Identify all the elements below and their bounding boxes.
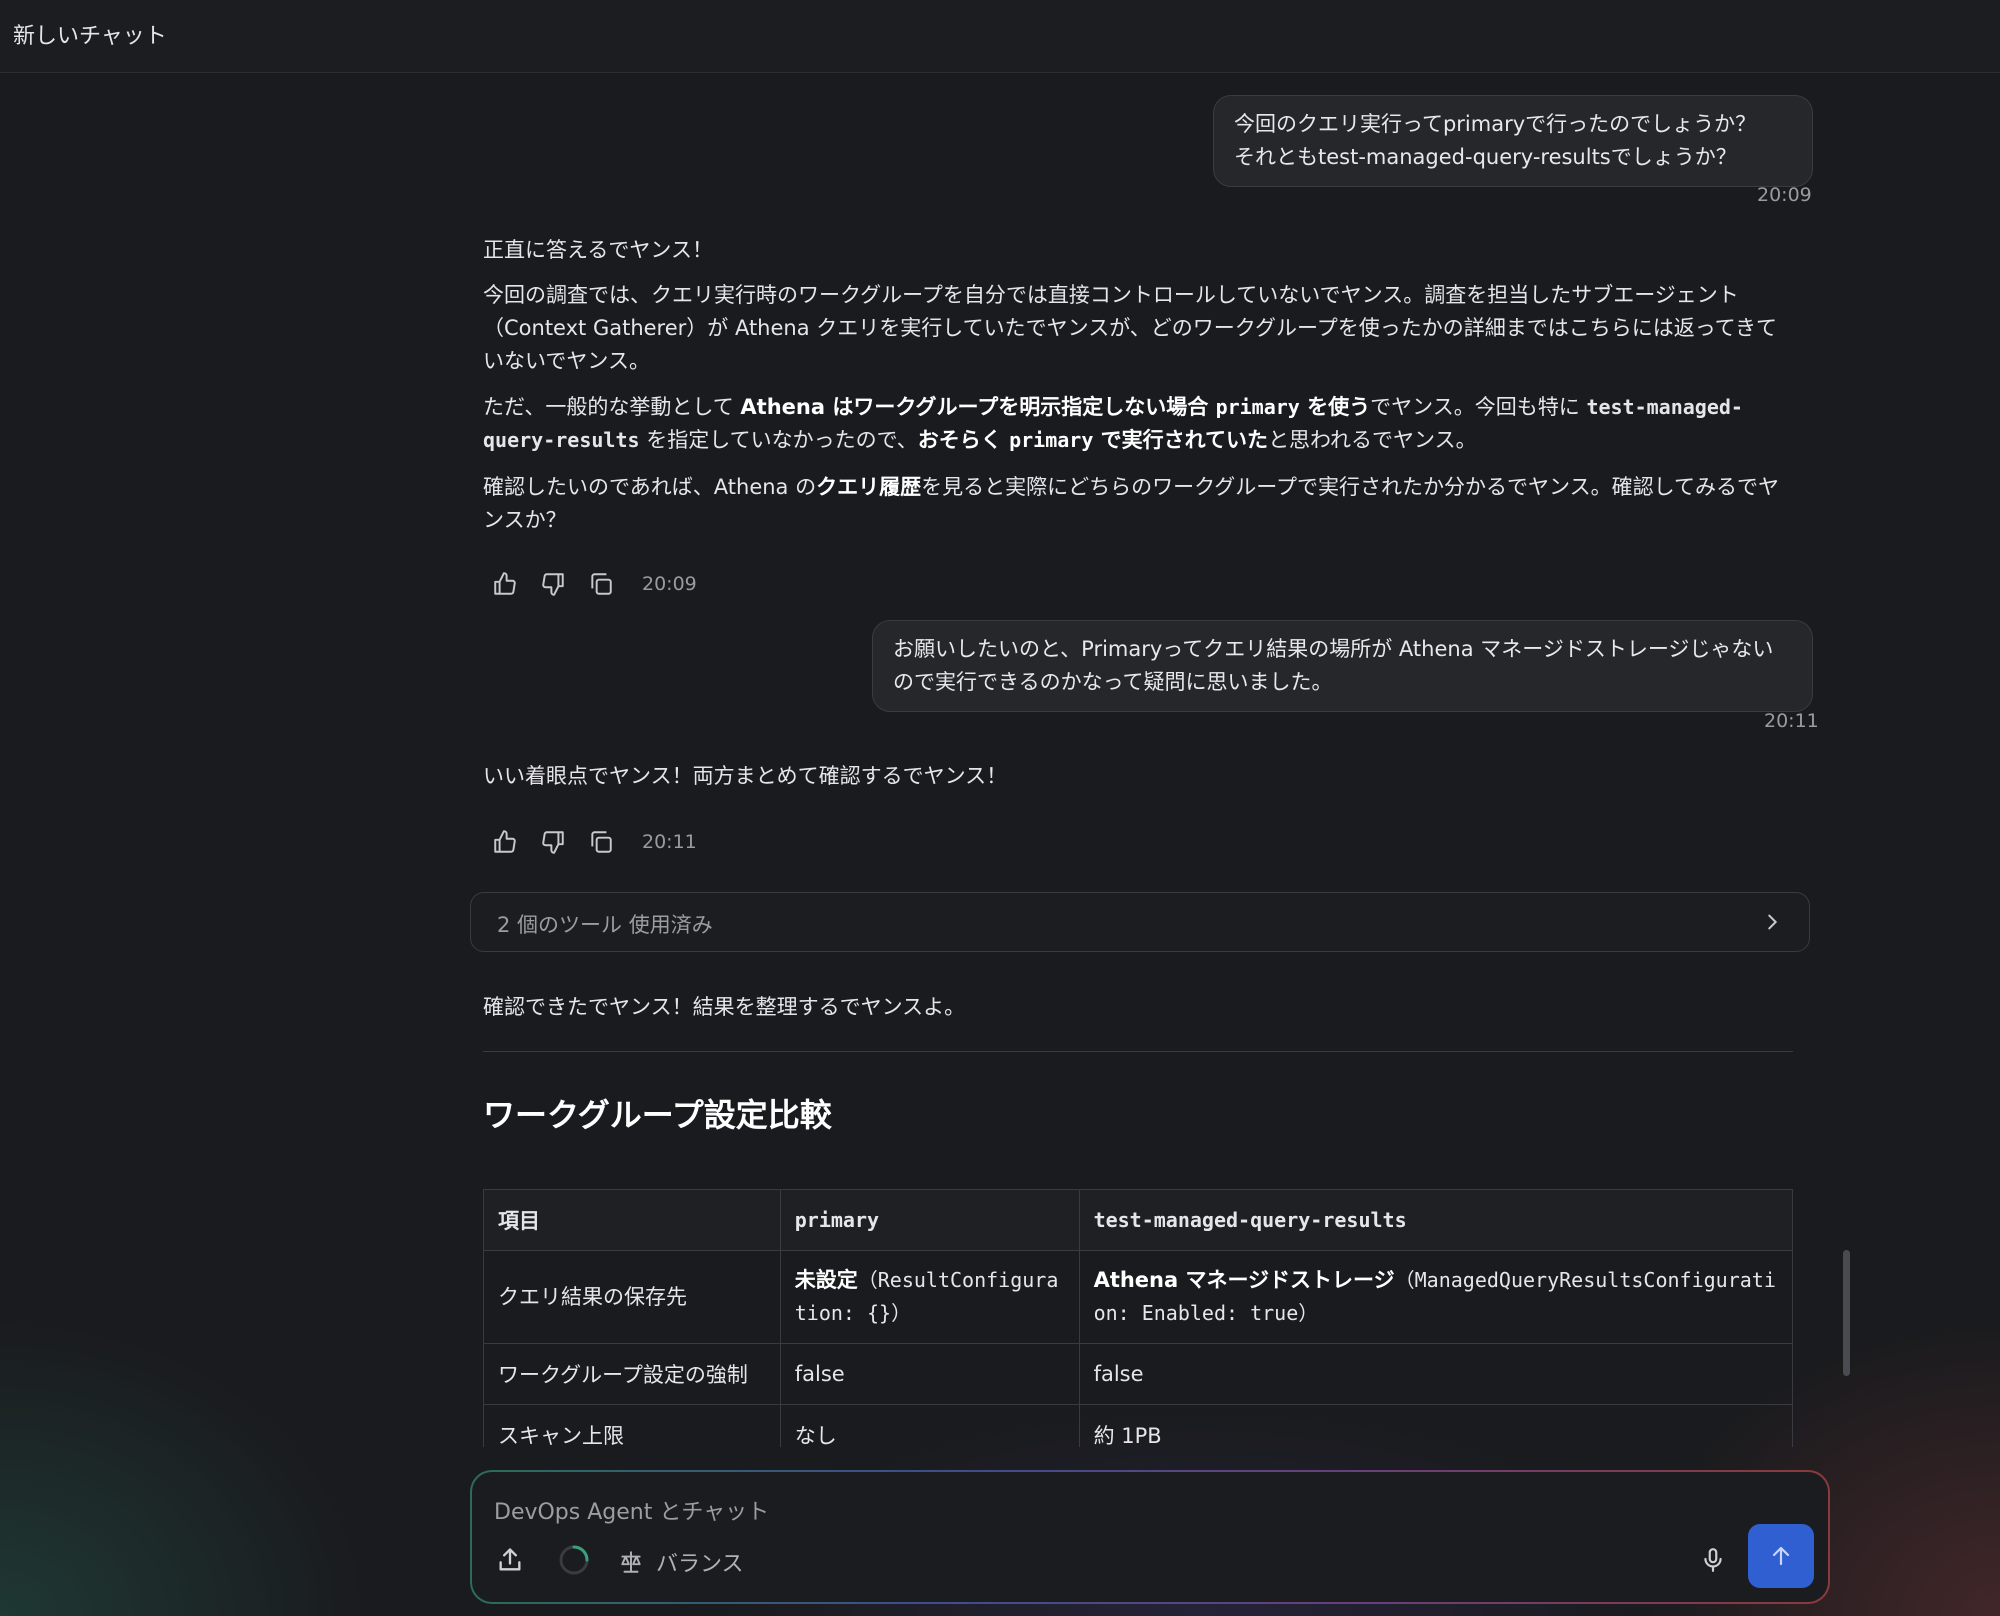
upload-icon[interactable] xyxy=(496,1546,524,1574)
user-message-text: お願いしたいのと、Primaryってクエリ結果の場所が Athena マネージド… xyxy=(893,637,1774,694)
table-cell: スキャン上限 xyxy=(483,1404,781,1447)
tools-used-toggle[interactable]: 2 個のツール 使用済み xyxy=(470,892,1810,952)
user-message-line: 今回のクエリ実行ってprimaryで行ったのでしょうか？ xyxy=(1234,112,1757,136)
assistant-paragraph: 確認できたでヤンス！結果を整理するでヤンスよ。 xyxy=(483,995,966,1019)
thumbs-up-icon[interactable] xyxy=(492,829,518,855)
copy-icon[interactable] xyxy=(588,829,614,855)
divider xyxy=(483,1051,1793,1052)
send-button[interactable] xyxy=(1748,1524,1814,1588)
table-cell: Athena マネージドストレージ（ManagedQueryResultsCon… xyxy=(1078,1250,1793,1344)
message-actions: 20:09 xyxy=(492,571,697,597)
table-header-cell: 項目 xyxy=(483,1189,781,1251)
table-row: クエリ結果の保存先 未設定（ResultConfiguration: {}） A… xyxy=(483,1250,1793,1344)
table-cell: なし xyxy=(779,1404,1080,1447)
table-header-row: 項目 primary test-managed-query-results xyxy=(483,1189,1793,1251)
section-heading: ワークグループ設定比較 xyxy=(483,1096,832,1134)
copy-icon[interactable] xyxy=(588,571,614,597)
chat-title: 新しいチャット xyxy=(13,24,167,49)
table-row: スキャン上限 なし 約 1PB xyxy=(483,1404,1793,1447)
table-cell: false xyxy=(779,1343,1080,1405)
scale-icon xyxy=(621,1551,641,1573)
comparison-table: 項目 primary test-managed-query-results クエ… xyxy=(483,1189,1793,1447)
message-timestamp: 20:09 xyxy=(642,573,697,595)
chat-composer: DevOps Agent とチャット バランス xyxy=(470,1470,1830,1604)
scrollbar-thumb[interactable] xyxy=(1843,1250,1850,1376)
emphasis-text: クエリ履歴 xyxy=(816,475,922,499)
emphasis-text: Athena はワークグループを明示指定しない場合 primary を使う xyxy=(740,395,1371,419)
assistant-paragraph: ただ、一般的な挙動として Athena はワークグループを明示指定しない場合 p… xyxy=(483,395,1743,452)
thumbs-down-icon[interactable] xyxy=(540,829,566,855)
thumbs-up-icon[interactable] xyxy=(492,571,518,597)
microphone-icon[interactable] xyxy=(1700,1546,1726,1574)
emphasis-text: おそらく primary で実行されていた xyxy=(917,428,1269,452)
user-message: 今回のクエリ実行ってprimaryで行ったのでしょうか？ それともtest-ma… xyxy=(1213,95,1813,187)
table-cell: false xyxy=(1078,1343,1793,1405)
chevron-right-icon xyxy=(1768,914,1778,930)
message-actions: 20:11 xyxy=(492,829,697,855)
assistant-paragraph: 確認したいのであれば、Athena のクエリ履歴を見ると実際にどちらのワークグル… xyxy=(483,475,1779,532)
user-message-line: それともtest-managed-query-resultsでしょうか？ xyxy=(1234,145,1737,169)
table-cell: クエリ結果の保存先 xyxy=(483,1250,781,1344)
table-cell: 約 1PB xyxy=(1078,1404,1793,1447)
arrow-up-icon xyxy=(1772,1546,1790,1566)
assistant-paragraph: いい着眼点でヤンス！両方まとめて確認するでヤンス！ xyxy=(483,764,1008,788)
mode-label: バランス xyxy=(656,1552,744,1577)
thumbs-down-icon[interactable] xyxy=(540,571,566,597)
message-timestamp: 20:11 xyxy=(1764,710,1819,732)
message-timestamp: 20:09 xyxy=(1757,184,1812,206)
table-row: ワークグループ設定の強制 false false xyxy=(483,1343,1793,1405)
chat-input[interactable]: DevOps Agent とチャット xyxy=(494,1494,769,1526)
tools-used-label: 2 個のツール 使用済み xyxy=(497,913,713,937)
table-cell: ワークグループ設定の強制 xyxy=(483,1343,781,1405)
chat-header: 新しいチャット xyxy=(0,0,2000,73)
assistant-paragraph: 正直に答えるでヤンス！ xyxy=(483,238,713,262)
table-cell: 未設定（ResultConfiguration: {}） xyxy=(779,1250,1080,1344)
table-header-cell: test-managed-query-results xyxy=(1078,1189,1793,1251)
mode-selector[interactable]: バランス xyxy=(618,1546,744,1578)
assistant-paragraph: 今回の調査では、クエリ実行時のワークグループを自分では直接コントロールしていない… xyxy=(483,283,1778,373)
user-message: お願いしたいのと、Primaryってクエリ結果の場所が Athena マネージド… xyxy=(872,620,1813,712)
loading-spinner-icon xyxy=(559,1545,589,1575)
table-header-cell: primary xyxy=(779,1189,1080,1251)
message-timestamp: 20:11 xyxy=(642,831,697,853)
